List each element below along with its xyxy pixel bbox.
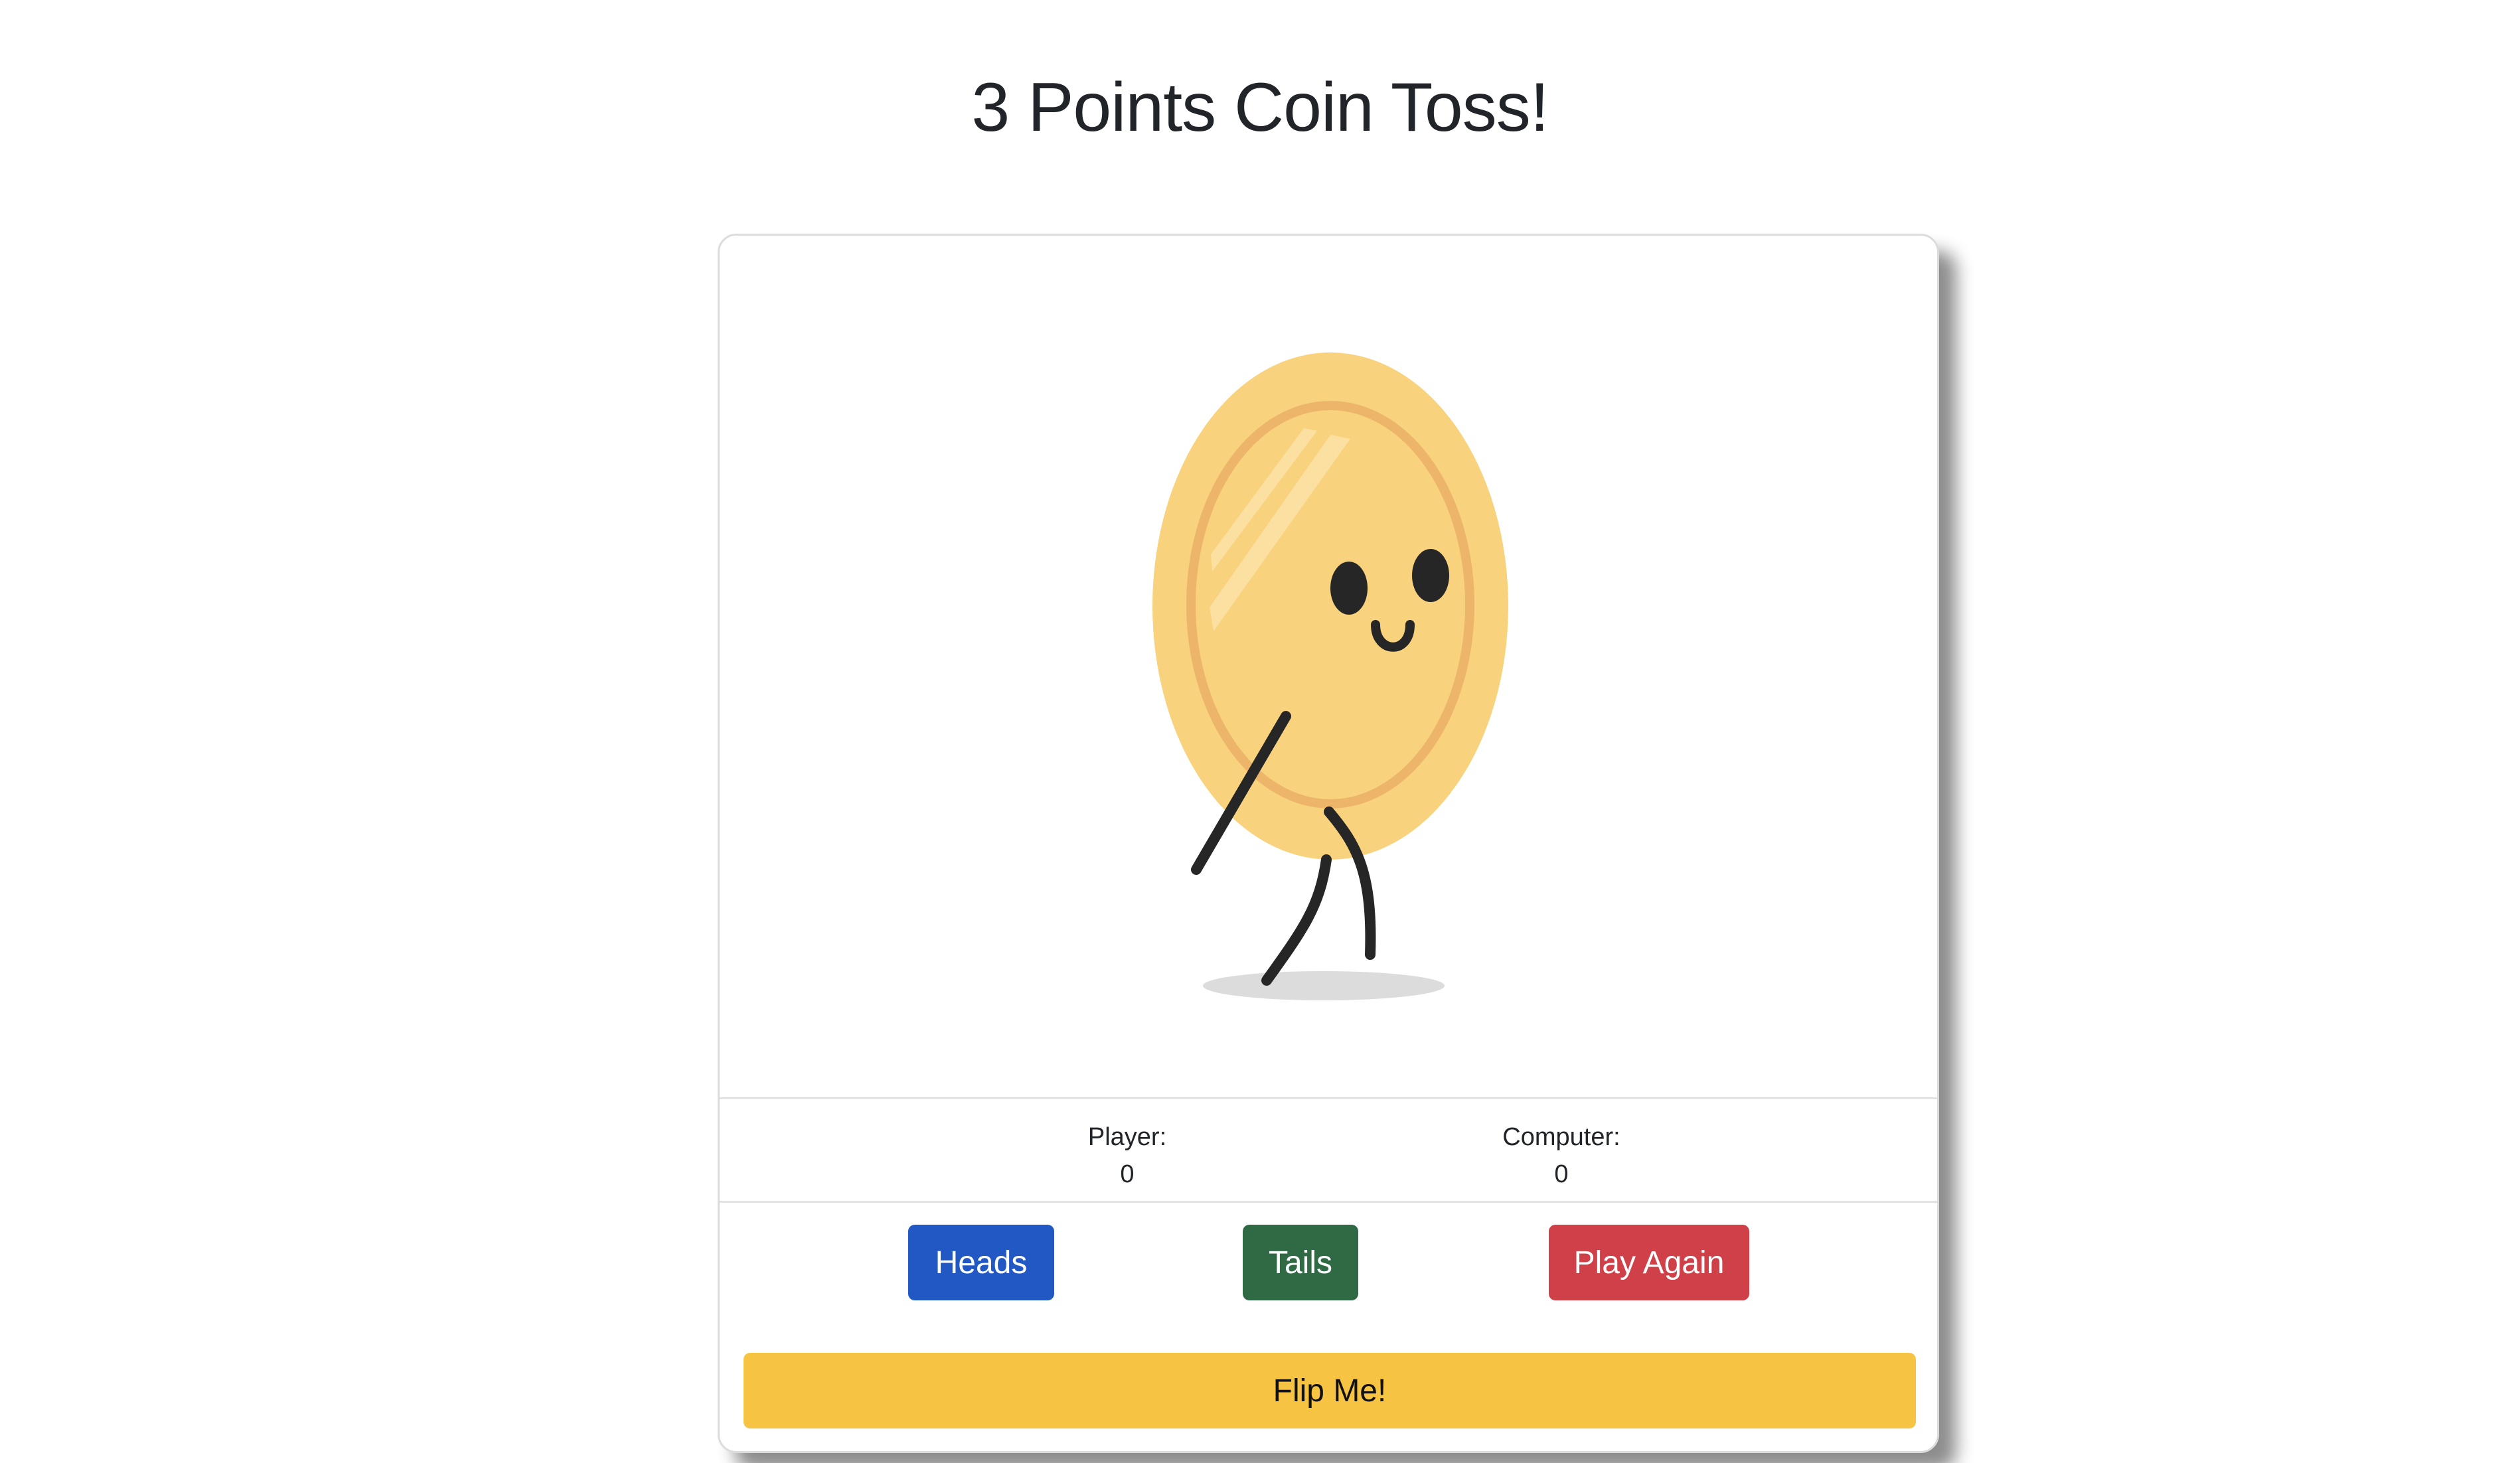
- page: 3 Points Coin Toss! Player: 0 Computer: …: [0, 0, 2520, 1463]
- player-score-block: Player: 0: [1034, 1118, 1220, 1193]
- divider-top: [720, 1097, 1937, 1099]
- game-card: Player: 0 Computer: 0 Heads Tails Play A…: [718, 234, 1939, 1453]
- computer-score: 0: [1554, 1160, 1569, 1188]
- player-label: Player:: [1087, 1123, 1167, 1151]
- computer-score-block: Computer: 0: [1455, 1118, 1668, 1193]
- flip-button[interactable]: Flip Me!: [744, 1353, 1916, 1428]
- play-again-button[interactable]: Play Again: [1549, 1225, 1749, 1300]
- tails-button[interactable]: Tails: [1243, 1225, 1358, 1300]
- computer-label: Computer:: [1502, 1123, 1620, 1151]
- page-title: 3 Points Coin Toss!: [971, 69, 1549, 146]
- divider-bottom: [720, 1201, 1937, 1203]
- walking-coin-icon: [1152, 352, 1508, 1000]
- heads-button[interactable]: Heads: [908, 1225, 1054, 1300]
- player-score: 0: [1120, 1160, 1135, 1188]
- coin-illustration-area: [720, 236, 1937, 1097]
